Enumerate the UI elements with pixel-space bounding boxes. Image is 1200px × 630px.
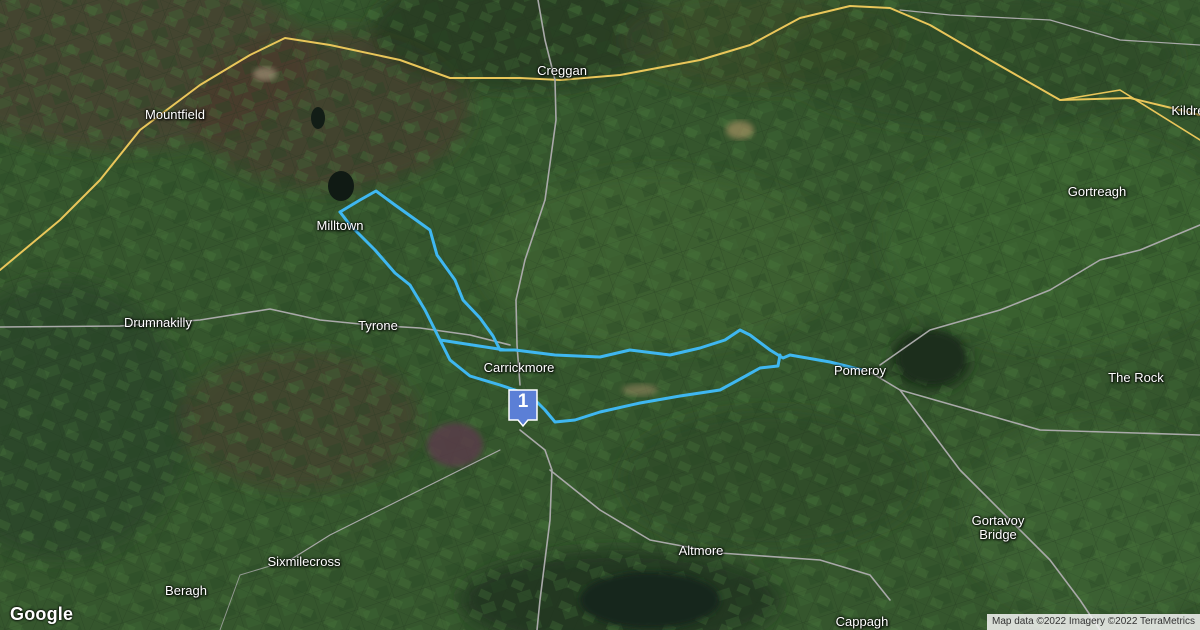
route-path — [338, 189, 864, 372]
place-label-kildress: Kildre — [1171, 103, 1200, 118]
map-attribution: Map data ©2022 Imagery ©2022 TerraMetric… — [987, 614, 1200, 630]
place-label-beragh: Beragh — [165, 583, 207, 598]
place-label-sixmilecross: Sixmilecross — [267, 554, 341, 569]
place-label-mountfield: Mountfield — [145, 107, 205, 122]
place-label-creggan: Creggan — [537, 63, 587, 78]
place-label-pomeroy: Pomeroy — [833, 363, 887, 378]
place-label-drumnakilly: Drumnakilly — [124, 315, 192, 330]
satellite-map[interactable]: 1 Mountfield Creggan Kildre Gortreagh Mi… — [0, 0, 1200, 630]
place-label-gortreagh: Gortreagh — [1067, 184, 1127, 199]
place-label-milltown: Milltown — [316, 218, 364, 233]
route-path — [338, 210, 782, 424]
place-label-carrickmore: Carrickmore — [483, 360, 555, 375]
place-label-cappagh: Cappagh — [835, 614, 889, 629]
marker-label: 1 — [517, 391, 529, 412]
map-marker[interactable]: 1 — [506, 388, 540, 428]
place-label-gortavoy-bridge: Gortavoy Bridge — [971, 513, 1025, 542]
place-label-the-rock: The Rock — [1108, 370, 1164, 385]
place-label-tyrone: Tyrone — [358, 318, 398, 333]
place-label-altmore: Altmore — [678, 543, 724, 558]
google-logo[interactable]: Google — [10, 604, 73, 625]
